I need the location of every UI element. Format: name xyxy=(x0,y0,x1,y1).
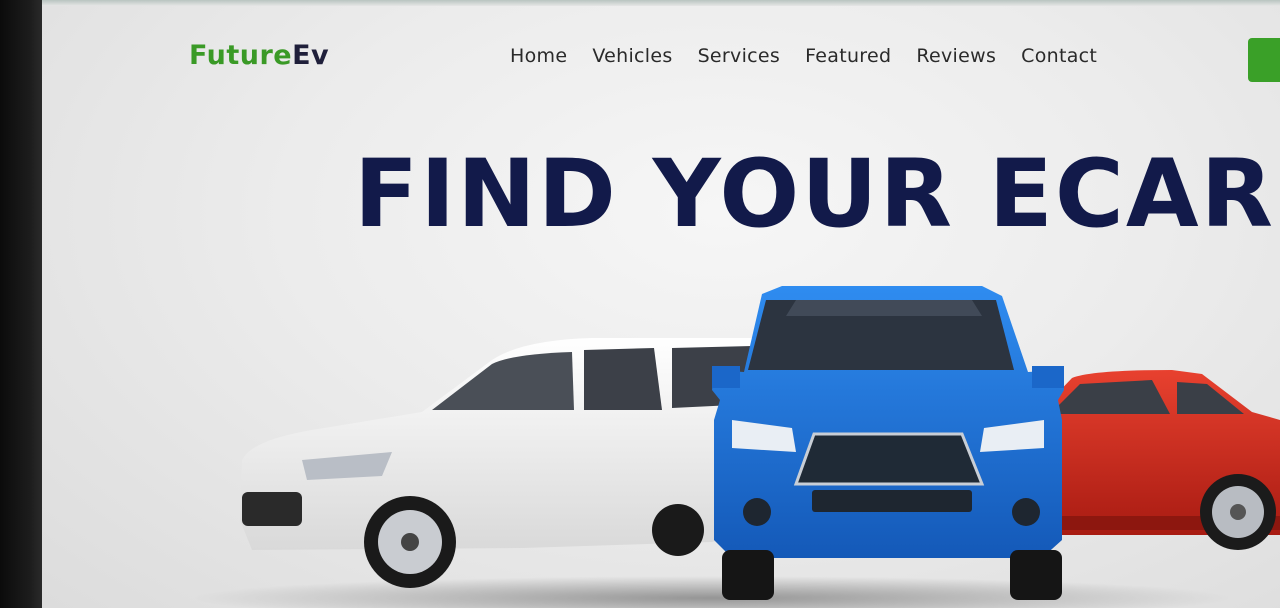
main-navigation: Home Vehicles Services Featured Reviews … xyxy=(510,45,1097,67)
site-logo[interactable]: FutureEv xyxy=(189,40,329,71)
hero-title: FIND YOUR ECAR xyxy=(354,140,1275,249)
logo-ev: Ev xyxy=(292,40,330,71)
nav-home[interactable]: Home xyxy=(510,45,567,67)
nav-reviews[interactable]: Reviews xyxy=(916,45,996,67)
top-edge xyxy=(42,0,1280,6)
logo-future: Future xyxy=(189,40,293,71)
blue-car xyxy=(712,286,1064,600)
white-car xyxy=(240,338,762,588)
hero-cars-image xyxy=(192,286,1280,608)
nav-featured[interactable]: Featured xyxy=(805,45,891,67)
website-viewport: FutureEv Home Vehicles Services Featured… xyxy=(42,0,1280,608)
nav-services[interactable]: Services xyxy=(698,45,781,67)
red-car xyxy=(1032,370,1280,550)
monitor-bezel xyxy=(0,0,42,608)
nav-contact[interactable]: Contact xyxy=(1021,45,1097,67)
header-cta-button[interactable] xyxy=(1248,38,1280,82)
nav-vehicles[interactable]: Vehicles xyxy=(592,45,672,67)
